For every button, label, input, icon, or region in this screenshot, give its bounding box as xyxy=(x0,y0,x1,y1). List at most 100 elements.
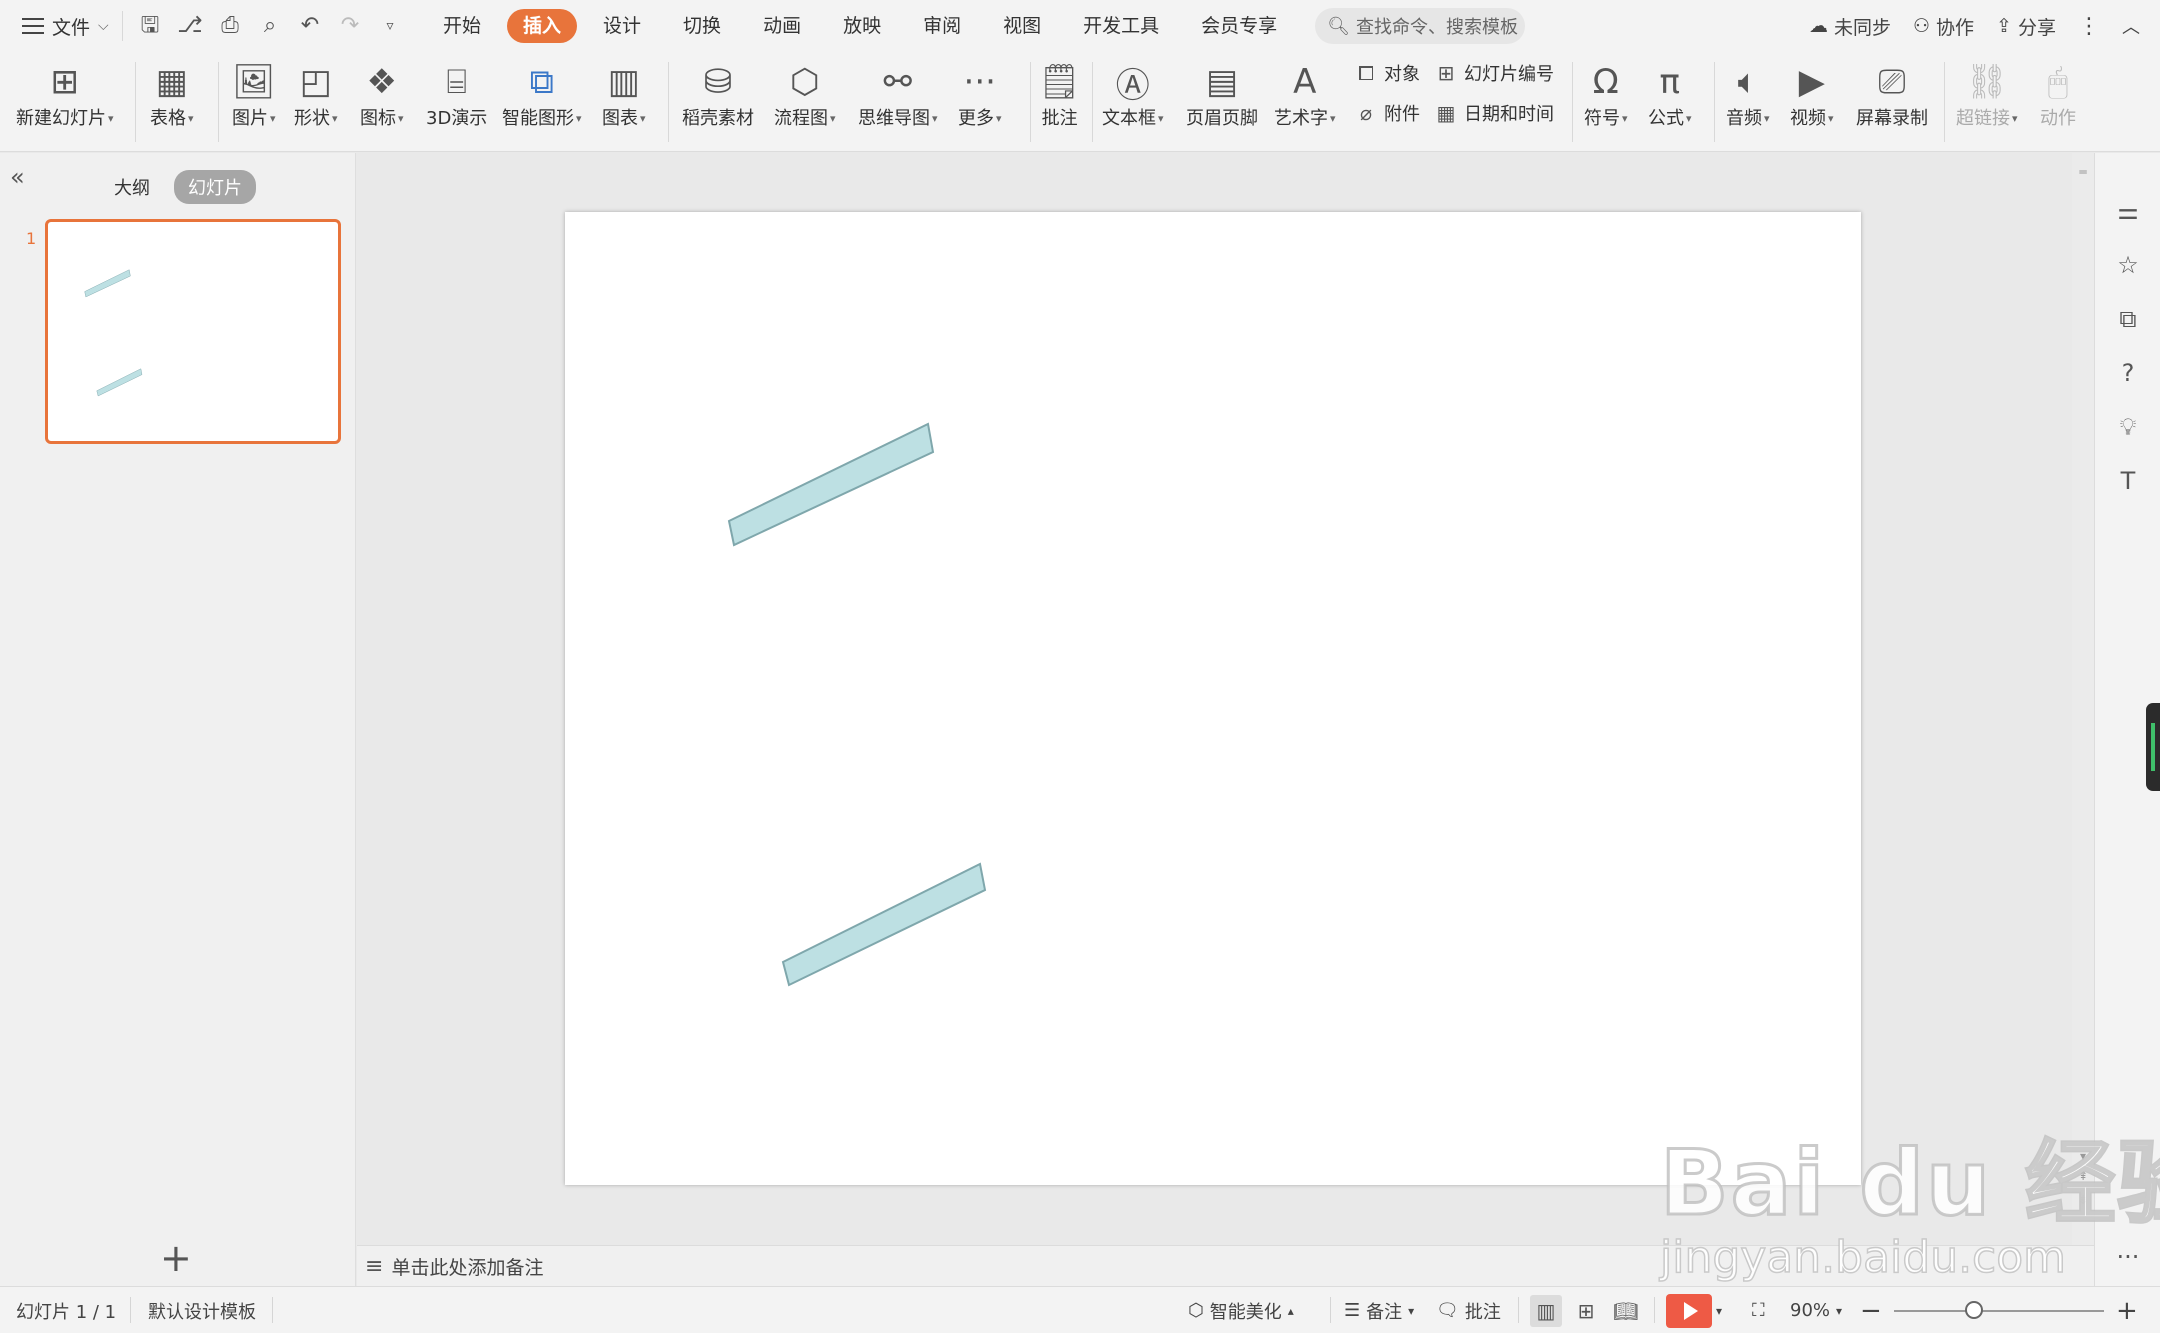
scroll-up-icon[interactable]: ▾ xyxy=(2076,1149,2090,1163)
zoom-level-dropdown[interactable]: 90% ▾ xyxy=(1790,1287,1842,1333)
collapse-ribbon-icon[interactable]: ︿ xyxy=(2122,13,2140,39)
caret-down-icon: ▾ xyxy=(1836,1303,1843,1318)
action-button[interactable]: 🖱 动作 xyxy=(2040,58,2076,146)
slide-number-button[interactable]: ⊞ 幻灯片编号 xyxy=(1434,60,1554,86)
command-search[interactable]: 🔍︎ 查找命令、搜索模板 xyxy=(1315,8,1526,44)
smartart-icon: ⧉ xyxy=(529,62,554,102)
tab-member[interactable]: 会员专享 xyxy=(1185,9,1293,43)
object-button[interactable]: ⧠ 对象 xyxy=(1354,60,1420,86)
audio-button[interactable]: 🔈︎ 音频 xyxy=(1726,58,1770,146)
icons-button[interactable]: ❖ 图标 xyxy=(360,58,404,146)
file-menu[interactable]: 文件 ⌵ xyxy=(0,13,122,40)
lightbulb-icon[interactable]: 💡︎ xyxy=(2114,413,2142,441)
format-painter-icon[interactable]: ⎇ xyxy=(177,11,203,41)
hyperlink-button[interactable]: ⛓ 超链接 xyxy=(1956,58,2018,146)
slide-canvas[interactable] xyxy=(565,212,1861,1185)
tab-insert[interactable]: 插入 xyxy=(507,9,578,43)
wordart-button[interactable]: A 艺术字 xyxy=(1274,58,1336,146)
prev-slide-icon[interactable]: ⇞ xyxy=(2076,1169,2090,1183)
material-button[interactable]: ⛁ 稻壳素材 xyxy=(682,58,754,146)
reading-view-icon[interactable]: 📖︎ xyxy=(1610,1295,1642,1327)
star-pin-icon[interactable]: ☆ xyxy=(2114,251,2142,279)
formula-button[interactable]: π 公式 xyxy=(1648,58,1692,146)
zoom-out-icon[interactable]: − xyxy=(1860,1287,1882,1333)
comments-toggle-button[interactable]: 🗨︎ 批注 xyxy=(1436,1287,1501,1333)
parallelogram-shape-2[interactable] xyxy=(781,862,987,987)
screen-record-button[interactable]: ⎚ 屏幕录制 xyxy=(1856,58,1928,146)
share-label: 分享 xyxy=(2017,16,2056,39)
redo-icon[interactable]: ↷ xyxy=(337,11,363,41)
tab-animation[interactable]: 动画 xyxy=(747,9,817,43)
chart-button[interactable]: ▥ 图表 xyxy=(602,58,646,146)
tab-design[interactable]: 设计 xyxy=(587,9,657,43)
slide-thumbnail[interactable] xyxy=(45,219,341,444)
play-options-icon[interactable]: ▾ xyxy=(1716,1287,1722,1333)
more-icon: ··· xyxy=(963,62,996,102)
table-button[interactable]: ▦ 表格 xyxy=(150,58,194,146)
table-label: 表格 xyxy=(150,106,194,132)
slide-transition-icon[interactable]: ⧉ xyxy=(2114,305,2142,333)
attachment-button[interactable]: ⌀ 附件 xyxy=(1354,100,1420,126)
text-format-icon[interactable]: T xyxy=(2114,467,2142,495)
design-template-label[interactable]: 默认设计模板 xyxy=(148,1287,256,1333)
more-sidebar-icon[interactable]: ··· xyxy=(2114,1243,2142,1271)
zoom-level-label: 90% xyxy=(1790,1300,1831,1321)
formula-label: 公式 xyxy=(1648,106,1692,132)
normal-view-icon[interactable]: ▥ xyxy=(1530,1295,1562,1327)
date-time-button[interactable]: ▦ 日期和时间 xyxy=(1434,100,1554,126)
slides-panel: « 大纲 幻灯片 1 + xyxy=(0,153,356,1286)
header-footer-label: 页眉页脚 xyxy=(1186,108,1258,129)
sync-status-button[interactable]: ☁ 未同步 xyxy=(1809,13,1891,40)
header-footer-button[interactable]: ▤ 页眉页脚 xyxy=(1186,58,1258,146)
comment-button[interactable]: 🗒 批注 xyxy=(1038,58,1081,146)
slide-sorter-icon[interactable]: ⊞ xyxy=(1570,1295,1602,1327)
side-drawer-tab[interactable] xyxy=(2146,703,2160,791)
notes-toggle-button[interactable]: ☰ 备注 ▾ xyxy=(1344,1287,1414,1333)
new-slide-button[interactable]: ⊞ 新建幻灯片 xyxy=(16,58,114,146)
flowchart-button[interactable]: ⬡ 流程图 xyxy=(774,58,836,146)
undo-icon[interactable]: ↶ xyxy=(297,11,323,41)
video-button[interactable]: ▶ 视频 xyxy=(1790,58,1834,146)
customize-toolbar-icon[interactable]: ▿ xyxy=(377,11,403,41)
fit-window-icon[interactable]: ⛶ xyxy=(1752,1287,1765,1333)
more-options-icon[interactable]: ⋮ xyxy=(2078,14,2100,39)
print-preview-icon[interactable]: ⌕ xyxy=(257,11,283,41)
save-icon[interactable]: 🖫 xyxy=(137,11,163,41)
play-slideshow-button[interactable] xyxy=(1666,1294,1712,1328)
tab-developer[interactable]: 开发工具 xyxy=(1067,9,1175,43)
tab-transitions[interactable]: 切换 xyxy=(667,9,737,43)
zoom-slider-knob[interactable] xyxy=(1964,1301,1983,1319)
symbol-button[interactable]: Ω 符号 xyxy=(1584,58,1628,146)
picture-button[interactable]: 🖼 图片 xyxy=(232,58,276,146)
parallelogram-shape-1[interactable] xyxy=(727,422,935,547)
3d-demo-button[interactable]: ⌸ 3D演示 xyxy=(426,58,487,146)
thumbnail-canvas xyxy=(84,269,143,397)
tab-slides[interactable]: 幻灯片 xyxy=(174,170,256,204)
zoom-in-icon[interactable]: + xyxy=(2116,1287,2138,1333)
mindmap-button[interactable]: ⚯ 思维导图 xyxy=(858,58,938,146)
help-icon[interactable]: ? xyxy=(2114,359,2142,387)
tab-review[interactable]: 审阅 xyxy=(907,9,977,43)
textbox-button[interactable]: Ⓐ 文本框 xyxy=(1102,58,1164,146)
slide-number-label: 幻灯片编号 xyxy=(1464,64,1554,85)
tab-view[interactable]: 视图 xyxy=(987,9,1057,43)
next-slide-icon[interactable]: ⇟ xyxy=(2076,1193,2090,1207)
notes-toggle-label: 备注 xyxy=(1366,1301,1403,1323)
print-icon[interactable]: ⎙ xyxy=(217,11,243,41)
tab-slideshow[interactable]: 放映 xyxy=(827,9,897,43)
smartart-button[interactable]: ⧉ 智能图形 xyxy=(502,58,582,146)
properties-icon[interactable]: ⚌ xyxy=(2114,197,2142,225)
zoom-slider-track[interactable] xyxy=(1894,1310,2104,1312)
tab-outline[interactable]: 大纲 xyxy=(100,170,164,204)
smart-beautify-button[interactable]: ⬡ 智能美化 ▴ xyxy=(1188,1287,1294,1333)
vertical-scrollbar[interactable]: ═ ▾ ⇞ ⇟ xyxy=(2072,153,2094,1245)
add-slide-icon[interactable]: + xyxy=(160,1238,192,1278)
tab-home[interactable]: 开始 xyxy=(427,9,497,43)
share-button[interactable]: ⇪ 分享 xyxy=(1996,13,2056,40)
shape-button[interactable]: ◰ 形状 xyxy=(294,58,338,146)
collaborate-button[interactable]: ⚇ 协作 xyxy=(1913,13,1974,40)
collapse-panel-icon[interactable]: « xyxy=(10,163,25,191)
hamburger-icon xyxy=(22,18,44,34)
more-button[interactable]: ··· 更多 xyxy=(958,58,1002,146)
notes-bar[interactable]: ≡ 单击此处添加备注 xyxy=(357,1245,2094,1286)
